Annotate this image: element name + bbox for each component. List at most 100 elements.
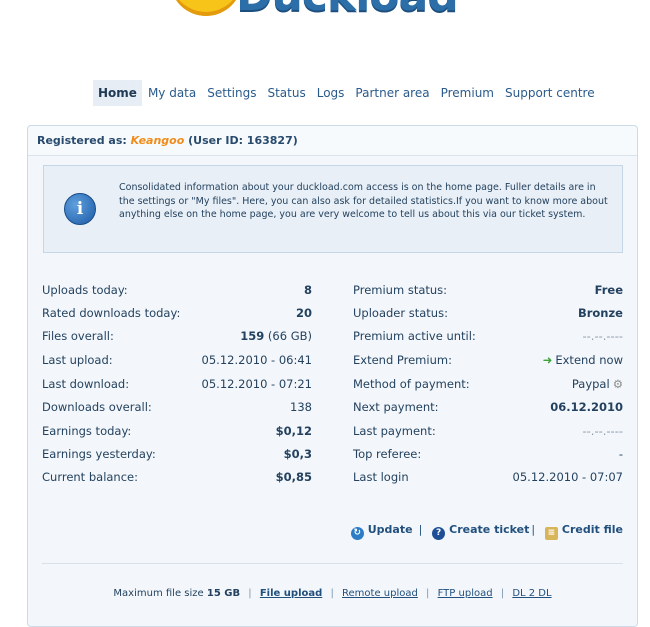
separator: | [330,588,334,599]
stat-row: Current balance: $0,85 [42,467,312,487]
credit-file-button[interactable]: ≡ Credit file [544,523,623,540]
ftp-upload-link[interactable]: FTP upload [438,588,493,599]
logo: Duckload HD [170,0,510,21]
arrow-right-icon: ➜ [542,353,553,367]
separator: | [248,588,252,599]
action-links: ↻ Update | ? Create ticket | ≡ Credit file [350,523,623,540]
stat-label: Files overall: [42,329,114,343]
stat-label: Next payment: [353,400,439,414]
stat-row: Earnings today: $0,12 [42,421,312,441]
stat-value: 138 [290,400,312,414]
stat-value: $0,12 [275,424,312,438]
nav-settings[interactable]: Settings [202,80,261,106]
create-ticket-button[interactable]: ? Create ticket [432,523,530,540]
stat-value: 05.12.2010 - 07:07 [512,470,623,484]
nav-home[interactable]: Home [93,80,142,106]
stat-value: Bronze [577,306,623,320]
stat-value: --.--.---- [582,329,623,343]
gear-icon[interactable]: ⚙ [613,377,623,391]
nav-status[interactable]: Status [262,80,310,106]
stat-label: Earnings yesterday: [42,447,156,461]
nav-premium[interactable]: Premium [436,80,499,106]
stat-label: Uploader status: [353,306,448,320]
registered-label: Registered as: [37,134,127,147]
nav-logs[interactable]: Logs [312,80,350,106]
stat-label: Premium status: [353,283,448,297]
stat-value-group: 159 (66 GB) [240,326,312,346]
stat-row: Last upload: 05.12.2010 - 06:41 [42,350,312,370]
stat-label: Last login [353,470,409,484]
info-text: Consolidated information about your duck… [119,182,608,220]
stat-row: Last payment: --.--.---- [353,421,623,441]
stat-value: Free [594,283,623,297]
stat-label: Rated downloads today: [42,306,181,320]
duck-logo-icon [170,0,242,16]
separator: | [500,588,505,599]
nav-support-centre[interactable]: Support centre [500,80,600,106]
upload-footer: Maximum file size 15 GB | File upload | … [28,588,637,599]
extend-now-label: Extend now [555,353,623,367]
stat-row: Earnings yesterday: $0,3 [42,444,312,464]
refresh-icon: ↻ [350,527,364,540]
stat-label: Current balance: [42,470,138,484]
user-id: (User ID: 163827) [188,134,298,147]
stat-label: Last upload: [42,353,113,367]
dl2dl-link[interactable]: DL 2 DL [512,588,551,599]
stat-label: Extend Premium: [353,353,452,367]
stat-label: Downloads overall: [42,400,152,414]
extend-now-link[interactable]: ➜ Extend now [543,350,623,370]
info-box: i Consolidated information about your du… [43,165,623,253]
credit-file-icon: ≡ [544,527,558,540]
help-icon: ? [432,527,446,540]
stat-row: Premium active until: --.--.---- [353,326,623,346]
payment-method: Paypal ⚙ [572,374,623,394]
stat-value: - [618,447,623,461]
stat-value: 05.12.2010 - 06:41 [201,353,312,367]
stat-label: Last download: [42,377,130,391]
remote-upload-link[interactable]: Remote upload [342,588,418,599]
main-nav: Home My data Settings Status Logs Partne… [93,80,601,106]
stat-label: Top referee: [353,447,422,461]
stat-label: Premium active until: [353,329,476,343]
stat-row: Next payment: 06.12.2010 [353,397,623,417]
stat-label: Method of payment: [353,377,470,391]
username: Keangoo [130,134,185,147]
stat-value: 20 [295,306,312,320]
create-ticket-label: Create ticket [449,523,530,536]
stat-row: Last download: 05.12.2010 - 07:21 [42,374,312,394]
stat-value: 159 [240,329,265,343]
separator: | [426,588,430,599]
update-button[interactable]: ↻ Update [350,523,413,540]
stat-row: Method of payment: Paypal ⚙ [353,374,623,394]
stat-value: 8 [303,283,312,297]
stat-row: Uploader status: Bronze [353,303,623,323]
stat-value: 06.12.2010 [550,400,623,414]
stat-row: Downloads overall: 138 [42,397,312,417]
separator: | [418,523,423,536]
divider [42,563,623,564]
stat-value: --.--.---- [582,424,623,438]
stat-row: Last login 05.12.2010 - 07:07 [353,467,623,487]
separator: | [531,523,536,536]
nav-my-data[interactable]: My data [143,80,201,106]
stat-label: Earnings today: [42,424,132,438]
stat-label: Uploads today: [42,283,128,297]
max-file-size-value: 15 GB [206,588,241,599]
file-upload-link[interactable]: File upload [260,588,322,599]
logo-text: Duckload [236,0,459,21]
info-icon: i [64,193,96,225]
stat-label: Last payment: [353,424,436,438]
update-label: Update [367,523,413,536]
nav-partner-area[interactable]: Partner area [350,80,434,106]
registered-header: Registered as: Keangoo (User ID: 163827) [28,126,637,156]
stat-row: Rated downloads today: 20 [42,303,312,323]
stat-row: Top referee: - [353,444,623,464]
stat-row: Files overall: 159 (66 GB) [42,326,312,346]
stat-row: Extend Premium: ➜ Extend now [353,350,623,370]
stat-value-extra: (66 GB) [267,329,312,343]
stat-value: Paypal [571,377,610,391]
stat-row: Uploads today: 8 [42,280,312,300]
credit-file-label: Credit file [561,523,623,536]
account-panel: Registered as: Keangoo (User ID: 163827)… [27,125,638,627]
stat-value: $0,3 [283,447,312,461]
